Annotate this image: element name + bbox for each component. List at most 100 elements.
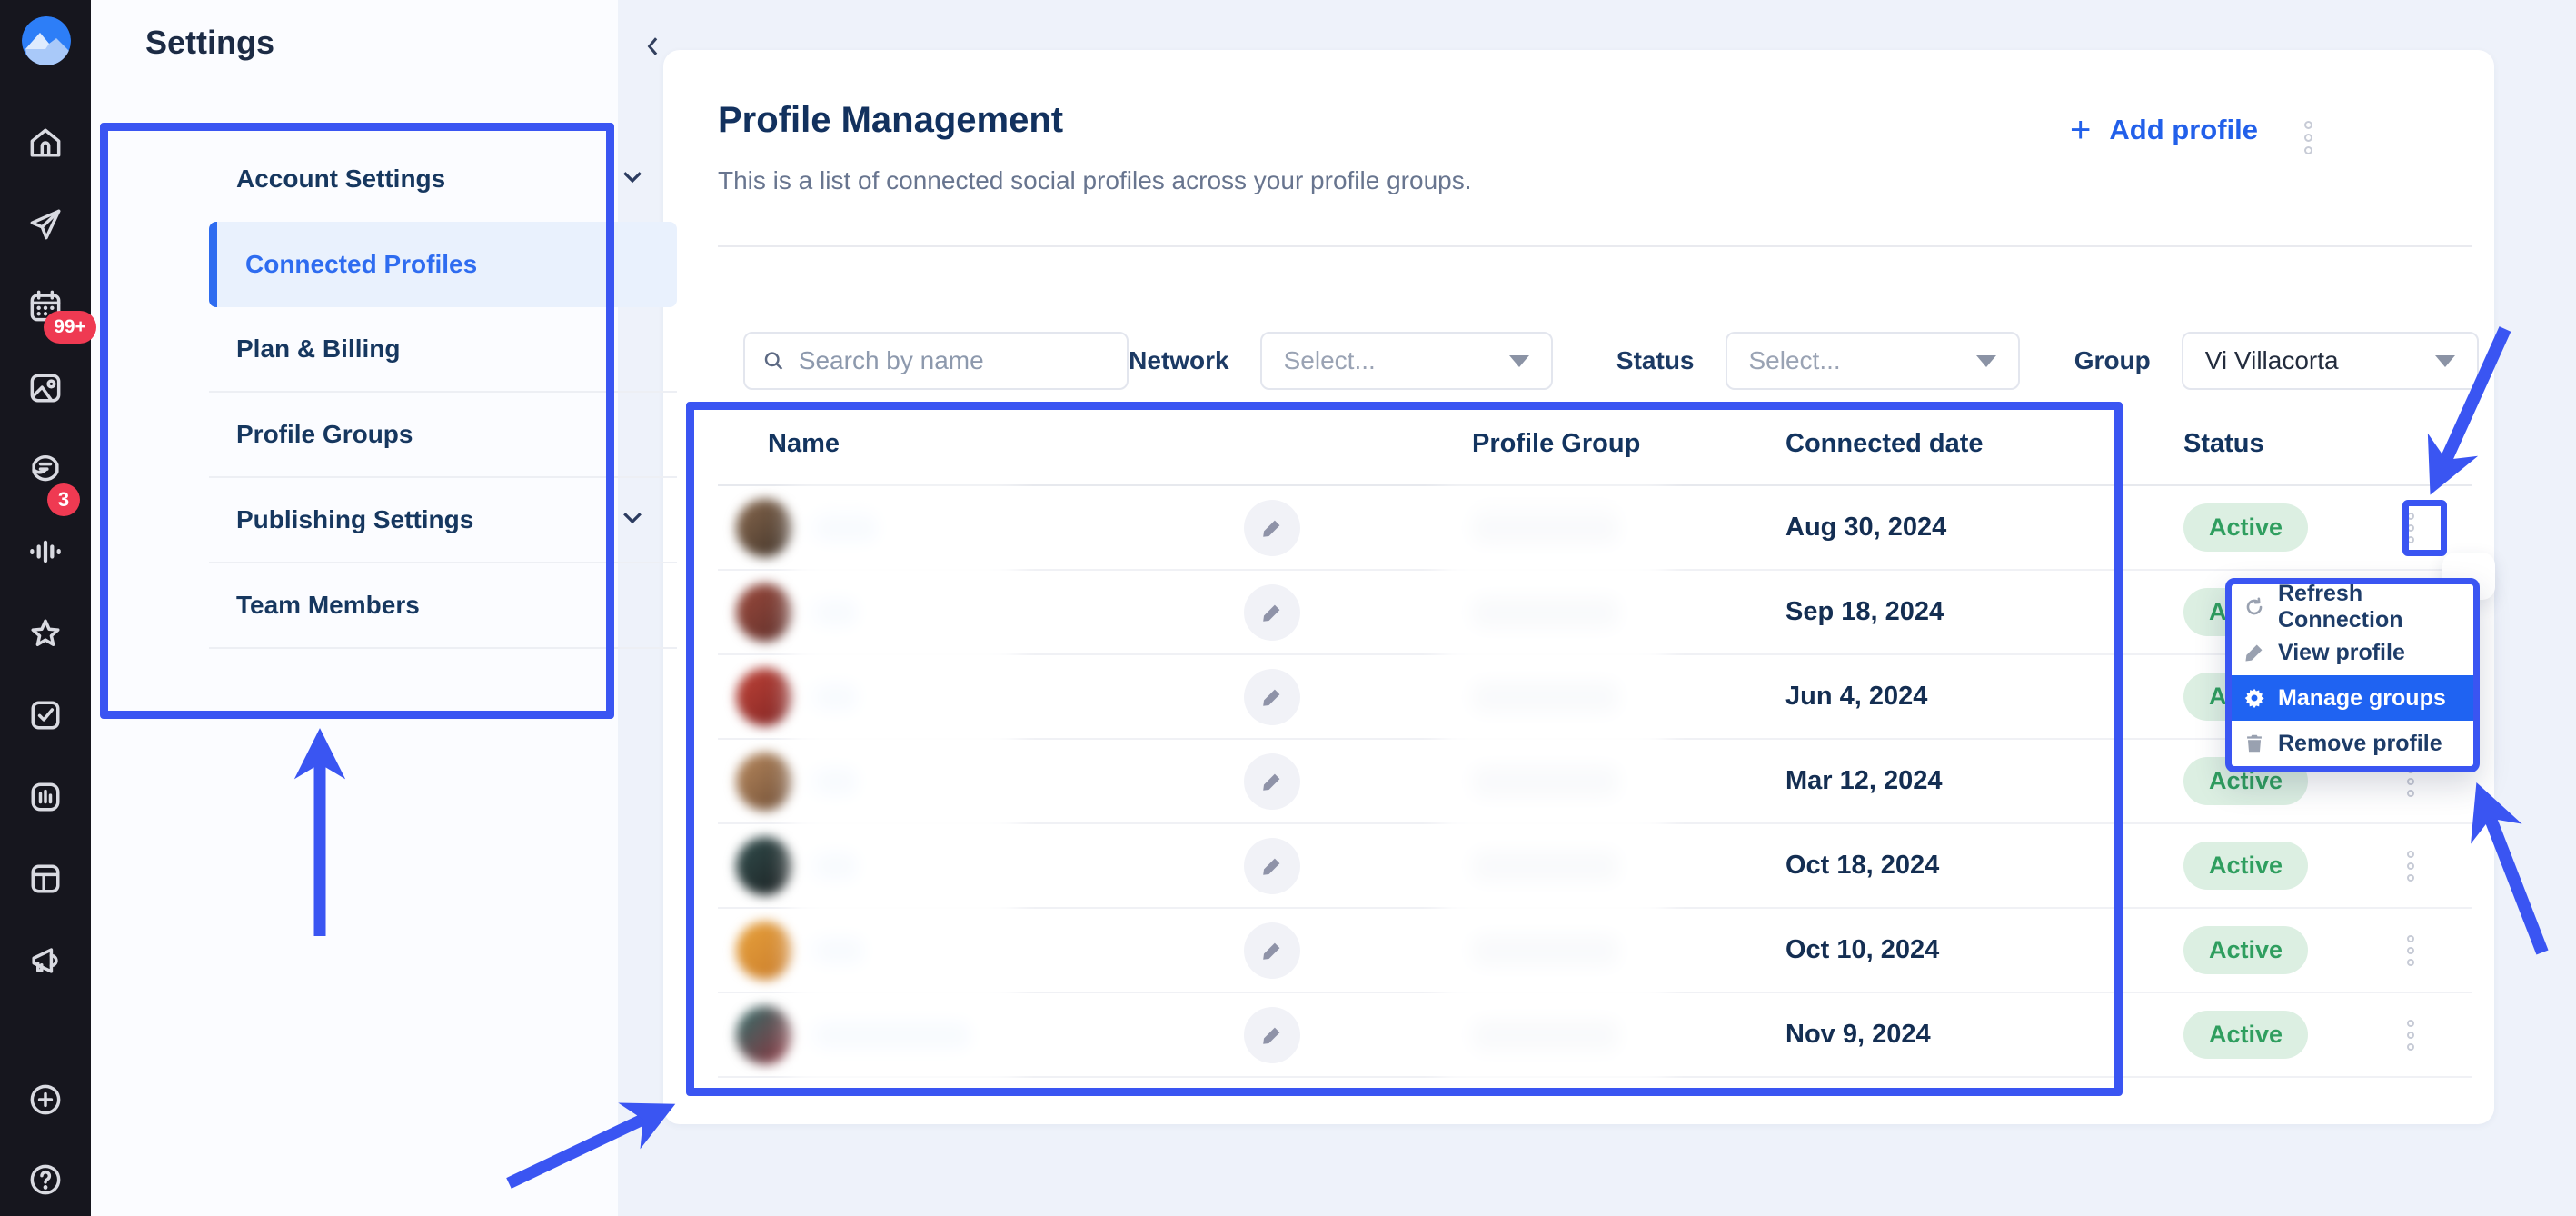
network-filter-label: Network bbox=[1129, 346, 1228, 375]
redacted-profile-group bbox=[1472, 1019, 1619, 1052]
inbox-badge: 3 bbox=[47, 483, 80, 516]
send-icon[interactable] bbox=[25, 204, 65, 244]
table-row: Jun 4, 2024 Active bbox=[718, 655, 2472, 740]
home-icon[interactable] bbox=[25, 123, 65, 163]
redacted-profile-name[interactable] bbox=[814, 936, 864, 965]
edit-profile-button[interactable] bbox=[1244, 838, 1300, 894]
search-icon bbox=[761, 347, 786, 374]
nav-item-publishing-settings[interactable]: Publishing Settings bbox=[209, 478, 677, 563]
table-row: Mar 12, 2024 Active bbox=[718, 740, 2472, 824]
redacted-profile-name[interactable] bbox=[814, 513, 878, 543]
redacted-profile-group bbox=[1472, 596, 1619, 629]
search-box[interactable] bbox=[743, 332, 1129, 390]
status-badge: Active bbox=[2183, 1011, 2308, 1059]
menu-item-refresh-connection[interactable]: Refresh Connection bbox=[2232, 584, 2473, 630]
redacted-profile-name[interactable] bbox=[814, 852, 858, 881]
nav-item-plan-billing[interactable]: Plan & Billing bbox=[209, 307, 677, 393]
redacted-profile-group bbox=[1472, 512, 1619, 544]
redacted-profile-group bbox=[1472, 765, 1619, 798]
avatar bbox=[736, 922, 794, 980]
connected-date: Oct 18, 2024 bbox=[1726, 851, 2117, 881]
avatar bbox=[736, 499, 794, 557]
calendar-badge: 99+ bbox=[44, 311, 96, 344]
menu-item-remove-profile[interactable]: Remove profile bbox=[2232, 721, 2473, 766]
collapse-panel-icon[interactable] bbox=[640, 33, 667, 60]
header-divider bbox=[718, 245, 2472, 247]
avatar bbox=[736, 668, 794, 726]
group-filter-label: Group bbox=[2074, 346, 2151, 375]
row-kebab-menu-icon[interactable] bbox=[2407, 851, 2414, 882]
plus-icon: + bbox=[2070, 112, 2091, 148]
edit-profile-button[interactable] bbox=[1244, 1007, 1300, 1063]
plus-circle-icon[interactable] bbox=[25, 1080, 65, 1120]
analytics-icon[interactable] bbox=[25, 777, 65, 817]
context-menu: Refresh Connection View profile Manage g… bbox=[2225, 578, 2480, 772]
group-select[interactable]: Vi Villacorta bbox=[2182, 332, 2479, 390]
media-icon[interactable] bbox=[25, 368, 65, 408]
star-icon[interactable] bbox=[25, 613, 65, 653]
chevron-down-icon bbox=[619, 163, 646, 196]
redacted-profile-group bbox=[1472, 850, 1619, 882]
col-header-status: Status bbox=[2117, 429, 2349, 459]
vista-social-logo[interactable] bbox=[22, 16, 71, 65]
nav-item-connected-profiles[interactable]: Connected Profiles bbox=[209, 222, 677, 307]
status-select[interactable]: Select... bbox=[1726, 332, 2020, 390]
refresh-icon bbox=[2243, 595, 2266, 619]
gear-icon bbox=[2243, 686, 2266, 710]
megaphone-icon[interactable] bbox=[25, 941, 65, 981]
redacted-profile-name[interactable] bbox=[814, 1021, 970, 1050]
avatar bbox=[736, 837, 794, 895]
menu-item-view-profile[interactable]: View profile bbox=[2232, 630, 2473, 675]
settings-panel: Settings Account Settings Connected Prof… bbox=[91, 0, 618, 1216]
status-badge: Active bbox=[2183, 842, 2308, 890]
row-kebab-menu-icon[interactable] bbox=[2407, 513, 2414, 543]
menu-item-manage-groups[interactable]: Manage groups bbox=[2232, 675, 2473, 721]
table-header-row: Name Profile Group Connected date Status bbox=[718, 403, 2472, 486]
row-kebab-menu-icon[interactable] bbox=[2407, 935, 2414, 966]
edit-profile-button[interactable] bbox=[1244, 753, 1300, 810]
redacted-profile-name[interactable] bbox=[814, 598, 858, 627]
row-kebab-menu-icon[interactable] bbox=[2407, 1020, 2414, 1051]
add-profile-button[interactable]: + Add profile bbox=[2070, 112, 2258, 148]
nav-item-account-settings[interactable]: Account Settings bbox=[209, 136, 677, 222]
card-kebab-menu-icon[interactable] bbox=[2304, 121, 2312, 154]
edit-profile-button[interactable] bbox=[1244, 669, 1300, 725]
redacted-profile-group bbox=[1472, 681, 1619, 713]
waveform-icon[interactable] bbox=[25, 532, 65, 572]
help-icon[interactable] bbox=[25, 1160, 65, 1200]
nav-item-team-members[interactable]: Team Members bbox=[209, 563, 677, 649]
nav-item-profile-groups[interactable]: Profile Groups bbox=[209, 393, 677, 478]
avatar bbox=[736, 753, 794, 811]
trash-icon bbox=[2243, 732, 2266, 755]
status-badge: Active bbox=[2183, 926, 2308, 974]
icon-rail: 99+ 3 bbox=[0, 0, 91, 1216]
settings-nav: Account Settings Connected Profiles Plan… bbox=[209, 136, 677, 649]
table-row: Nov 9, 2024 Active bbox=[718, 993, 2472, 1078]
profile-management-card: Profile Management This is a list of con… bbox=[663, 50, 2494, 1124]
edit-profile-button[interactable] bbox=[1244, 500, 1300, 556]
pencil-icon bbox=[2243, 641, 2266, 664]
table-row: Oct 10, 2024 Active bbox=[718, 909, 2472, 993]
connected-date: Sep 18, 2024 bbox=[1726, 597, 2117, 627]
edit-profile-button[interactable] bbox=[1244, 584, 1300, 641]
dropdown-arrow-icon bbox=[2435, 355, 2455, 367]
search-input[interactable] bbox=[799, 346, 1110, 375]
layout-icon[interactable] bbox=[25, 859, 65, 899]
table-row: Aug 30, 2024 Active bbox=[718, 486, 2472, 571]
page-subtitle: This is a list of connected social profi… bbox=[718, 166, 1472, 195]
status-filter-label: Status bbox=[1616, 346, 1695, 375]
tasks-icon[interactable] bbox=[25, 695, 65, 735]
connected-date: Mar 12, 2024 bbox=[1726, 766, 2117, 796]
edit-profile-button[interactable] bbox=[1244, 922, 1300, 979]
profiles-table: Name Profile Group Connected date Status… bbox=[718, 403, 2472, 1078]
settings-title: Settings bbox=[145, 24, 274, 62]
network-select[interactable]: Select... bbox=[1260, 332, 1553, 390]
dropdown-arrow-icon bbox=[1509, 355, 1529, 367]
redacted-profile-name[interactable] bbox=[814, 683, 858, 712]
page-title: Profile Management bbox=[718, 100, 1063, 141]
redacted-profile-name[interactable] bbox=[814, 767, 858, 796]
dropdown-arrow-icon bbox=[1976, 355, 1996, 367]
avatar bbox=[736, 1006, 794, 1064]
chevron-down-icon bbox=[619, 503, 646, 537]
table-row: Sep 18, 2024 Active bbox=[718, 571, 2472, 655]
